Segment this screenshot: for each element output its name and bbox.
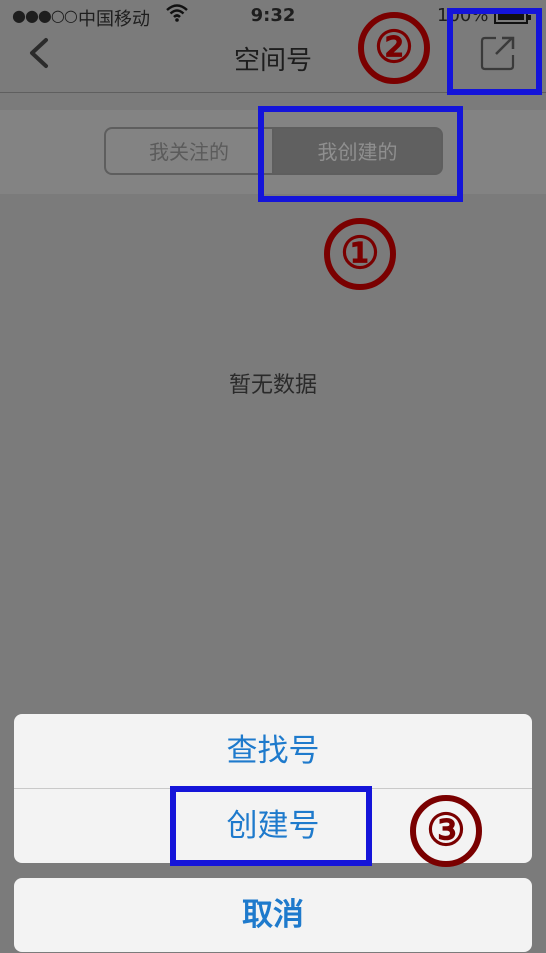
chevron-left-icon (30, 38, 48, 68)
annotation-three: ③ (410, 795, 482, 867)
highlight-create-option (170, 786, 372, 866)
back-button[interactable] (20, 32, 60, 90)
action-sheet-cancel: 取消 (14, 878, 532, 952)
highlight-share-button (447, 8, 542, 95)
cancel-button[interactable]: 取消 (14, 878, 532, 952)
tab-following[interactable]: 我关注的 (104, 127, 272, 175)
annotation-two: ② (358, 12, 430, 84)
find-account-option[interactable]: 查找号 (14, 714, 532, 788)
empty-state-text: 暂无数据 (228, 373, 317, 398)
annotation-one: ① (324, 218, 396, 290)
highlight-tab-created (258, 106, 463, 202)
